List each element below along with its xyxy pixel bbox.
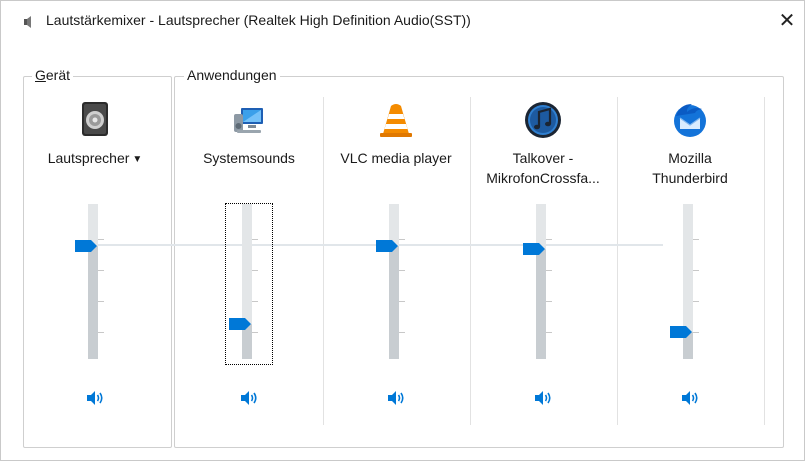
slider-level-fill bbox=[88, 246, 98, 359]
title-bar: Lautstärkemixer - Lautsprecher (Realtek … bbox=[0, 0, 805, 40]
app-name-label: Mozilla Thunderbird bbox=[652, 150, 728, 186]
slider-tick bbox=[98, 239, 104, 240]
chevron-down-icon: ▼ bbox=[132, 154, 143, 165]
speaker-volume-icon[interactable] bbox=[385, 388, 407, 408]
slider-tick bbox=[546, 332, 552, 333]
vlc-cone-icon bbox=[380, 104, 412, 137]
systemsounds-volume-slider[interactable] bbox=[225, 203, 273, 365]
vlc-volume-slider[interactable] bbox=[373, 204, 419, 364]
slider-tick bbox=[399, 332, 405, 333]
slider-tick bbox=[399, 239, 405, 240]
speaker-volume-icon[interactable] bbox=[238, 388, 260, 408]
device-group-label: Gerät bbox=[32, 67, 74, 83]
app-name-label: Systemsounds bbox=[203, 150, 295, 166]
slider-tick bbox=[399, 301, 405, 302]
speaker-volume-icon[interactable] bbox=[679, 388, 701, 408]
slider-tick bbox=[98, 301, 104, 302]
slider-tick bbox=[546, 270, 552, 271]
slider-tick bbox=[693, 332, 699, 333]
slider-thumb[interactable] bbox=[376, 240, 398, 252]
speaker-title-icon bbox=[24, 16, 31, 28]
slider-tick bbox=[98, 270, 104, 271]
close-button[interactable]: ✕ bbox=[770, 6, 804, 36]
slider-tick bbox=[252, 270, 258, 271]
thunderbird-volume-slider[interactable] bbox=[667, 204, 713, 364]
speaker-device-icon bbox=[82, 102, 108, 136]
device-channel: Lautsprecher ▼ bbox=[25, 96, 165, 426]
slider-thumb[interactable] bbox=[523, 243, 545, 255]
talkover-volume-slider[interactable] bbox=[520, 204, 566, 364]
column-separator bbox=[764, 97, 765, 425]
slider-thumb[interactable] bbox=[75, 240, 97, 252]
app-name-label: VLC media player bbox=[340, 150, 452, 166]
slider-tick bbox=[98, 332, 104, 333]
slider-tick bbox=[693, 239, 699, 240]
slider-tick bbox=[252, 301, 258, 302]
device-selector[interactable]: Lautsprecher ▼ bbox=[25, 148, 165, 171]
app-channel-talkover: Talkover - MikrofonCrossfa... bbox=[473, 96, 613, 426]
slider-level-fill bbox=[536, 249, 546, 359]
column-separator bbox=[323, 97, 324, 425]
slider-tick bbox=[252, 332, 258, 333]
slider-tick bbox=[546, 301, 552, 302]
slider-tick bbox=[252, 239, 258, 240]
column-separator bbox=[617, 97, 618, 425]
app-name-label: Talkover - MikrofonCrossfa... bbox=[486, 150, 600, 186]
column-separator bbox=[470, 97, 471, 425]
speaker-volume-icon[interactable] bbox=[84, 388, 106, 408]
talkover-music-icon bbox=[525, 102, 561, 138]
applications-group-label: Anwendungen bbox=[184, 67, 280, 83]
slider-tick bbox=[399, 270, 405, 271]
system-sounds-icon bbox=[234, 108, 263, 133]
slider-thumb[interactable] bbox=[229, 318, 251, 330]
slider-level-fill bbox=[389, 246, 399, 359]
slider-tick bbox=[693, 270, 699, 271]
app-channel-vlc: VLC media player bbox=[326, 96, 466, 426]
slider-thumb[interactable] bbox=[670, 326, 692, 338]
device-volume-slider[interactable] bbox=[72, 204, 118, 364]
app-channel-thunderbird: Mozilla Thunderbird bbox=[620, 96, 760, 426]
app-channel-systemsounds: Systemsounds bbox=[179, 96, 319, 426]
device-name-label: Lautsprecher bbox=[47, 150, 130, 166]
thunderbird-icon bbox=[674, 104, 706, 137]
slider-tick bbox=[546, 239, 552, 240]
slider-tick bbox=[693, 301, 699, 302]
window-title: Lautstärkemixer - Lautsprecher (Realtek … bbox=[46, 12, 471, 28]
speaker-volume-icon[interactable] bbox=[532, 388, 554, 408]
